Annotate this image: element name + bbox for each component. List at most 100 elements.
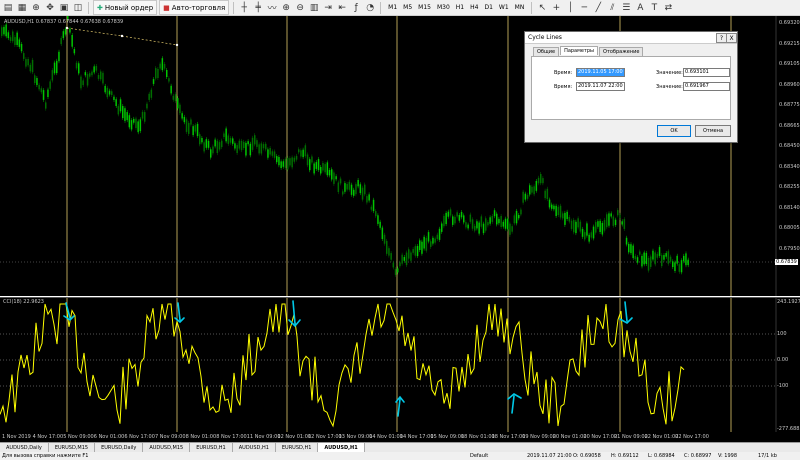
auto-trading-button[interactable]: ■ Авто-торговля xyxy=(159,0,230,15)
price-tick-label: 0.68450 xyxy=(779,143,800,149)
status-low: L: 0.68984 xyxy=(648,453,675,459)
parameters-panel: Время: 2019.11.05 17:00 Значение: 0.6931… xyxy=(531,56,731,120)
zoom-in-icon[interactable]: ⊕ xyxy=(280,2,292,14)
new-order-icon: ✚ xyxy=(97,3,103,12)
status-high: H: 0.69112 xyxy=(611,453,639,459)
zoom-out-icon[interactable]: ⊖ xyxy=(294,2,306,14)
cursor-icon[interactable]: ↖ xyxy=(536,2,548,14)
price-tick-label: 0.69320 xyxy=(779,20,800,26)
separator xyxy=(531,1,533,14)
tester-icon[interactable]: ◫ xyxy=(72,2,84,14)
time-tick-label: 12 Nov 17:00 xyxy=(308,434,342,440)
new-order-label: Новый ордер xyxy=(104,3,154,12)
price-tick-label: 0.68665 xyxy=(779,122,800,129)
fibonacci-icon[interactable]: ☰ xyxy=(620,2,632,14)
time-tick-label: 22 Nov 17:00 xyxy=(675,434,709,440)
profiles-icon[interactable]: ▦ xyxy=(16,2,28,14)
price-tick-label: 0.68340 xyxy=(779,163,800,170)
timeframe-m5[interactable]: M5 xyxy=(400,2,415,14)
equidistant-channel-icon[interactable]: ⫽ xyxy=(606,2,618,14)
templates-icon[interactable]: ◔ xyxy=(364,2,376,14)
time-axis: 1 Nov 2019 4 Nov 17:00 5 Nov 09:00 6 Nov 01… xyxy=(0,432,800,442)
new-chart-icon[interactable]: ▤ xyxy=(2,2,14,14)
ok-button[interactable]: OK xyxy=(657,125,691,137)
price-tick-label: 0.67950 xyxy=(779,245,800,252)
cci-indicator-window[interactable]: CCI(18) 22.9623 243.1927 100 0.00 -100 -277.… xyxy=(0,297,800,433)
arrows-icon[interactable]: ⇄ xyxy=(662,2,674,14)
annotation-arrow xyxy=(292,300,296,325)
status-volume: V: 1998 xyxy=(718,453,738,459)
value2-label: Значение: xyxy=(656,84,683,90)
time1-field[interactable]: 2019.11.05 17:00 xyxy=(576,68,625,77)
dialog-title-bar: Cycle Lines xyxy=(525,32,737,44)
annotation-arrow xyxy=(624,301,628,322)
label-tool-icon[interactable]: T xyxy=(648,2,660,14)
timeframe-h4[interactable]: H4 xyxy=(467,2,481,14)
autoscroll-icon[interactable]: ⇥ xyxy=(322,2,334,14)
text-tool-icon[interactable]: A xyxy=(634,2,646,14)
timeframe-m15[interactable]: M15 xyxy=(415,2,434,14)
time-tick-label: 8 Nov 01:00 xyxy=(185,434,217,440)
horizontal-line-icon[interactable]: ─ xyxy=(578,2,590,14)
status-close: C: 0.68997 xyxy=(684,453,712,459)
value1-label: Значение: xyxy=(656,70,683,76)
new-order-button[interactable]: ✚ Новый ордер xyxy=(93,0,158,15)
price-tick-label: 0.68005 xyxy=(779,225,800,231)
toolbar: ▤ ▦ ⊕ ✥ ▣ ◫ ✚ Новый ордер ■ Авто-торговля … xyxy=(0,0,800,16)
timeframe-m1[interactable]: M1 xyxy=(385,2,400,14)
dialog-tab[interactable]: Параметры xyxy=(560,46,599,55)
chart-shift-icon[interactable]: ⇤ xyxy=(336,2,348,14)
chart-title: AUDUSD,H1 0.67837 0.67844 0.67638 0.6783… xyxy=(4,19,124,25)
timeframe-w1[interactable]: W1 xyxy=(496,2,512,14)
terminal-icon[interactable]: ▣ xyxy=(58,2,70,14)
time-tick-label: 15 Nov 09:00 xyxy=(430,434,465,440)
time-tick-label: 5 Nov 09:00 xyxy=(63,434,94,440)
separator xyxy=(233,1,235,14)
time2-field[interactable]: 2019.11.07 22:00 xyxy=(576,82,625,91)
line-chart-icon[interactable]: 〰 xyxy=(266,2,278,14)
time-tick-label: 22 Nov 01:00 xyxy=(644,434,679,440)
anchor-point[interactable] xyxy=(65,26,69,30)
time-tick-label: 14 Nov 17:00 xyxy=(399,434,434,440)
status-profile: Default xyxy=(470,453,489,459)
value1-field[interactable]: 0.693101 xyxy=(683,68,730,77)
time2-label: Время: xyxy=(554,84,573,90)
bar-chart-icon[interactable]: ┼ xyxy=(238,2,250,14)
price-tick-label: 0.68140 xyxy=(779,204,800,211)
time-tick-label: 20 Nov 01:00 xyxy=(552,434,587,440)
status-traffic: 17/1 kb xyxy=(758,453,777,459)
timeframe-d1[interactable]: D1 xyxy=(481,2,495,14)
close-button[interactable]: X xyxy=(726,33,737,43)
dialog-tab[interactable]: Отображение xyxy=(599,47,644,56)
annotation-arrow xyxy=(511,395,515,414)
tile-icon[interactable]: ▥ xyxy=(308,2,320,14)
market-watch-icon[interactable]: ⊕ xyxy=(30,2,42,14)
cci-level-label: 0.00 xyxy=(777,357,789,363)
time-tick-label: 7 Nov 09:00 xyxy=(155,434,186,440)
navigator-icon[interactable]: ✥ xyxy=(44,2,56,14)
dialog-tab[interactable]: Общие xyxy=(533,47,560,56)
indicators-icon[interactable]: ƒ xyxy=(350,2,362,14)
cancel-button[interactable]: Отмена xyxy=(695,125,731,137)
current-price-label: 0.67839 xyxy=(775,259,798,265)
auto-trading-icon: ■ xyxy=(163,3,170,12)
value2-field[interactable]: 0.691967 xyxy=(683,82,730,91)
time-tick-label: 6 Nov 17:00 xyxy=(124,434,155,440)
time-tick-label: 18 Nov 17:00 xyxy=(491,434,526,440)
candlestick-icon[interactable]: ╪ xyxy=(252,2,264,14)
time-tick-label: 6 Nov 01:00 xyxy=(93,434,125,440)
time-tick-label: 4 Nov 17:00 xyxy=(32,434,64,440)
trendline-icon[interactable]: ╱ xyxy=(592,2,604,14)
crosshair-icon[interactable]: + xyxy=(550,2,562,14)
cci-canvas xyxy=(0,298,777,433)
anchor-point[interactable] xyxy=(175,43,179,47)
dialog-tabs: Общие Параметры Отображение xyxy=(533,46,644,56)
timeframe-mn[interactable]: MN xyxy=(512,2,528,14)
anchor-point[interactable] xyxy=(120,34,124,38)
vertical-line-icon[interactable]: │ xyxy=(564,2,576,14)
status-open: O: 0.69058 xyxy=(573,453,601,459)
time1-label: Время: xyxy=(554,70,573,76)
timeframe-h1[interactable]: H1 xyxy=(453,2,467,14)
timeframe-m30[interactable]: M30 xyxy=(434,2,453,14)
price-tick-label: 0.69215 xyxy=(779,40,800,47)
